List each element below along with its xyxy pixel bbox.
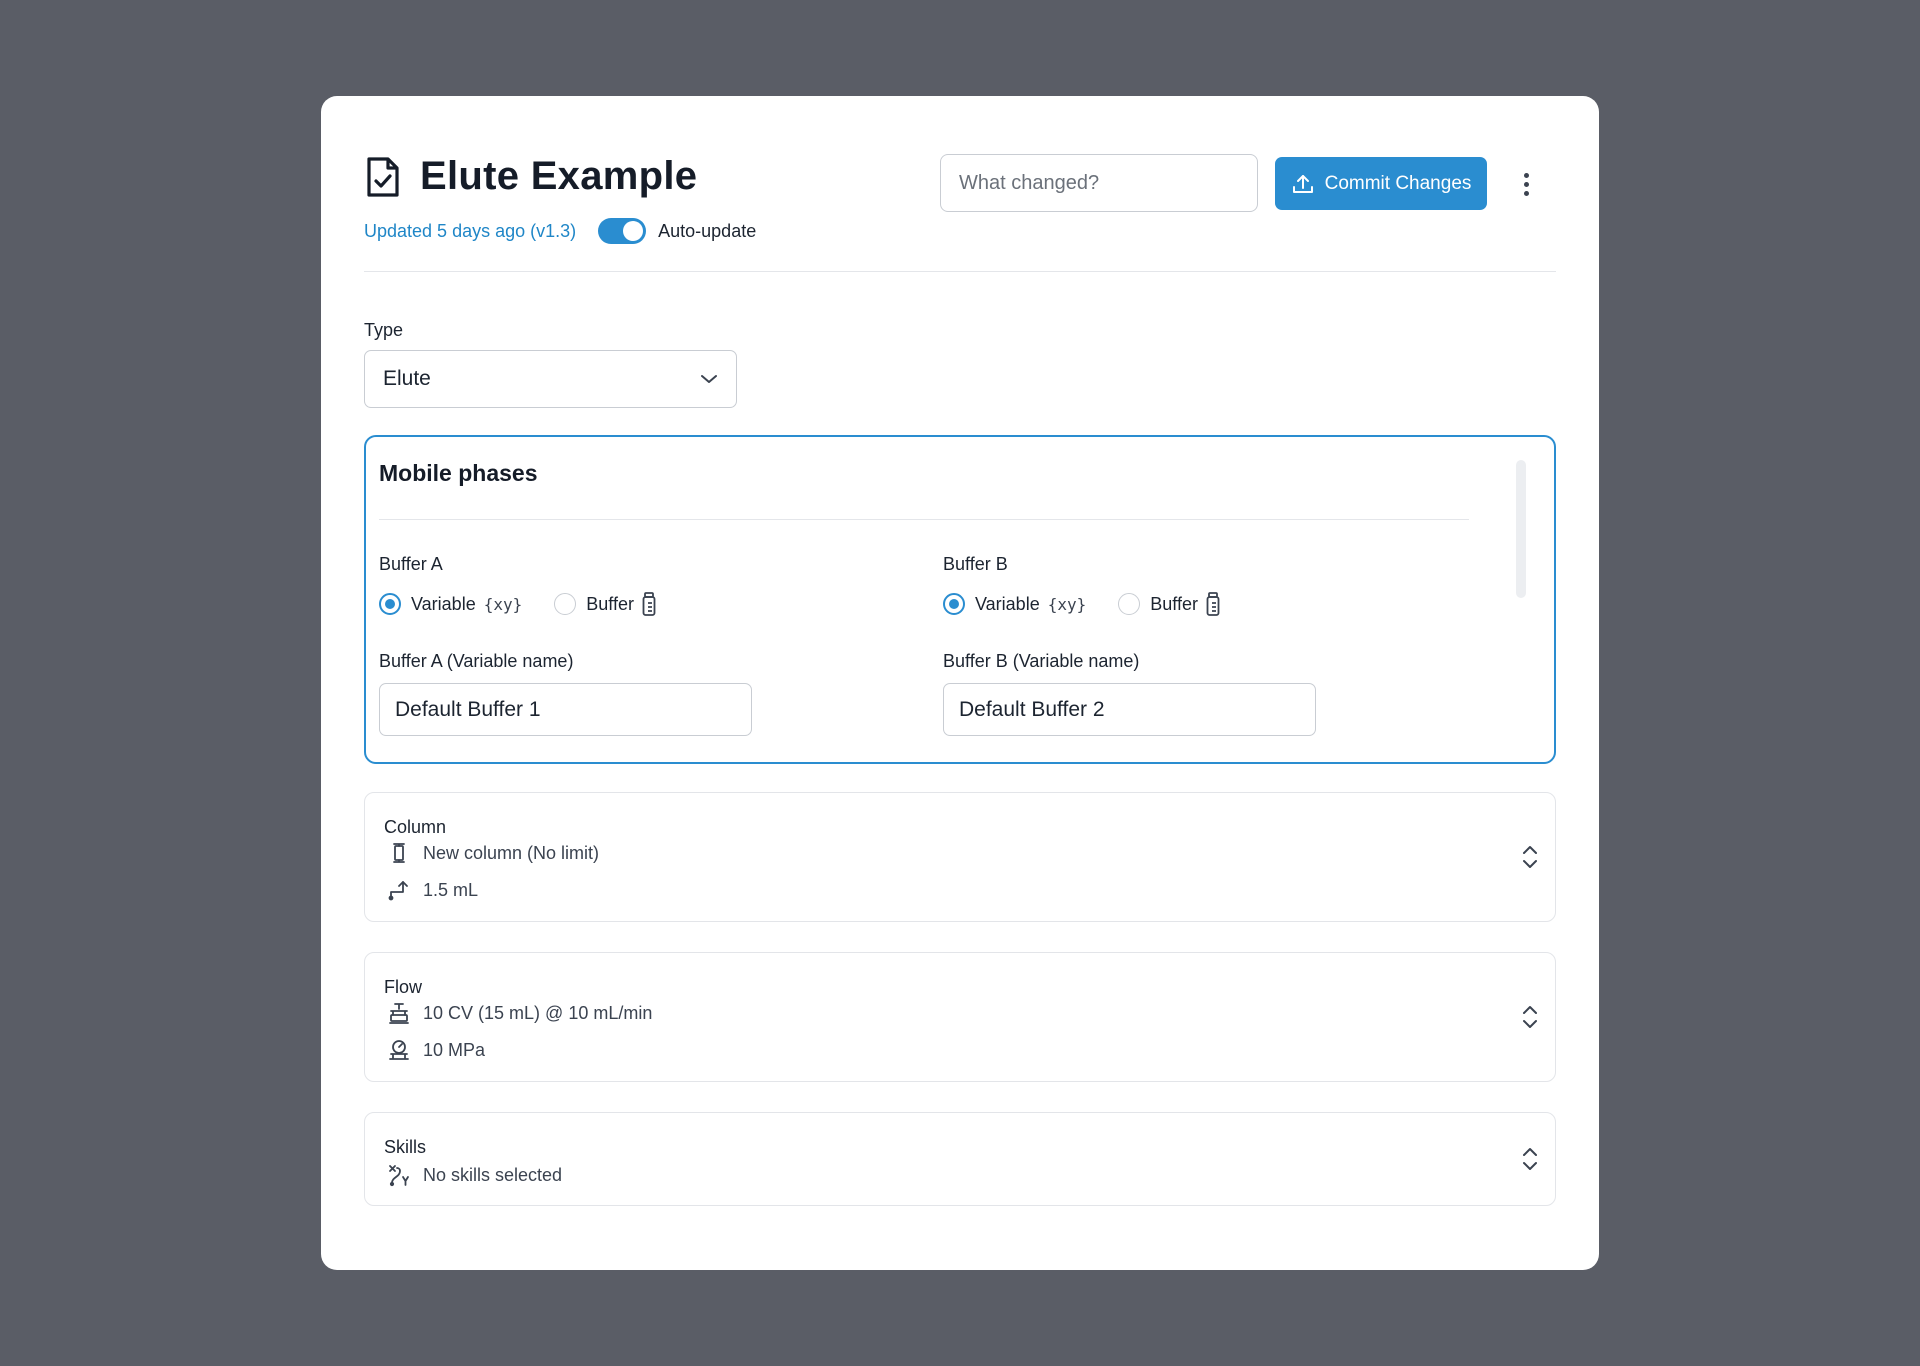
document-check-icon (367, 156, 399, 197)
column-section-title: Column (384, 817, 447, 837)
skills-section[interactable]: Skills No skills selected (364, 1112, 1556, 1206)
column-name: New column (No limit) (423, 842, 600, 863)
radio-selected[interactable] (943, 593, 965, 615)
buffer-b-variable-input[interactable] (943, 683, 1316, 736)
variable-xy-icon: {xy} (483, 594, 523, 614)
volume-arrow-icon (388, 881, 408, 901)
meta-row: Updated 5 days ago (v1.3) Auto-update (364, 218, 756, 244)
upload-icon (1292, 174, 1313, 193)
mobile-phases-divider (379, 519, 1469, 520)
radio-unselected[interactable] (554, 593, 577, 615)
radio-label: Buffer (1150, 593, 1198, 614)
column-section[interactable]: Column New column (No limit) 1.5 mL (364, 792, 1556, 922)
skills-summary: No skills selected (423, 1164, 563, 1185)
mobile-phases-panel: Mobile phases Buffer A Variable {xy} Buf… (364, 435, 1556, 764)
radio-selected[interactable] (379, 593, 401, 615)
more-options-icon[interactable] (1514, 166, 1538, 202)
skills-section-title: Skills (384, 1137, 427, 1157)
column-volume-line: 1.5 mL (387, 878, 478, 902)
type-label: Type (364, 320, 404, 340)
buffer-b-buffer-radio[interactable]: Buffer (1118, 592, 1220, 616)
flow-pressure: 10 MPa (423, 1039, 486, 1060)
buffer-a-group: Buffer A Variable {xy} Buffer Buffer A (… (379, 554, 799, 736)
title-row: Elute Example (364, 154, 697, 199)
variable-xy-icon: {xy} (1047, 594, 1087, 614)
column-volume: 1.5 mL (423, 879, 479, 900)
pressure-gauge-icon (389, 1040, 409, 1060)
flow-section-title: Flow (384, 977, 423, 997)
elute-editor-card: Elute Example Updated 5 days ago (v1.3) … (321, 96, 1599, 1270)
expand-collapse-icon[interactable] (1521, 843, 1539, 871)
buffer-b-label: Buffer B (943, 554, 1008, 574)
buffer-b-source-options: Variable {xy} Buffer (943, 591, 1363, 617)
mobile-phases-scrollbar[interactable] (1516, 460, 1526, 598)
column-name-line: New column (No limit) (387, 841, 599, 865)
bottle-icon (642, 592, 656, 616)
flow-rate-icon (389, 1003, 409, 1024)
buffer-a-variable-input[interactable] (379, 683, 752, 736)
change-description-input[interactable] (940, 154, 1258, 212)
radio-label: Variable (411, 593, 476, 614)
buffer-b-variable-label: Buffer B (Variable name) (943, 651, 1140, 671)
flow-rate-line: 10 CV (15 mL) @ 10 mL/min (387, 1001, 652, 1025)
radio-unselected[interactable] (1118, 593, 1141, 615)
type-select-value: Elute (383, 367, 431, 390)
header-divider (364, 271, 1556, 272)
auto-update-toggle[interactable] (598, 218, 647, 244)
flow-rate: 10 CV (15 mL) @ 10 mL/min (423, 1002, 653, 1023)
bottle-icon (1206, 592, 1220, 616)
buffer-a-label: Buffer A (379, 554, 443, 574)
mobile-phases-title: Mobile phases (379, 460, 538, 486)
chevron-down-icon (701, 375, 717, 383)
page-title: Elute Example (420, 154, 698, 198)
skills-summary-line: No skills selected (387, 1163, 562, 1187)
radio-label: Variable (975, 593, 1040, 614)
column-icon (393, 843, 405, 863)
buffer-a-buffer-radio[interactable]: Buffer (554, 592, 656, 616)
buffer-a-source-options: Variable {xy} Buffer (379, 591, 799, 617)
version-history-link[interactable]: Updated 5 days ago (v1.3) (364, 221, 576, 242)
commit-changes-button[interactable]: Commit Changes (1275, 157, 1487, 210)
flow-pressure-line: 10 MPa (387, 1038, 485, 1062)
buffer-b-group: Buffer B Variable {xy} Buffer Buffer B (… (943, 554, 1363, 736)
auto-update-label: Auto-update (658, 220, 757, 241)
radio-label: Buffer (586, 593, 634, 614)
expand-collapse-icon[interactable] (1521, 1003, 1539, 1031)
buffer-b-variable-radio[interactable]: Variable {xy} (943, 593, 1086, 615)
buffer-a-variable-radio[interactable]: Variable {xy} (379, 593, 522, 615)
commit-changes-label: Commit Changes (1324, 172, 1472, 194)
flow-section[interactable]: Flow 10 CV (15 mL) @ 10 mL/min 10 MPa (364, 952, 1556, 1082)
toggle-knob (623, 221, 644, 241)
expand-collapse-icon[interactable] (1521, 1145, 1539, 1173)
buffer-a-variable-label: Buffer A (Variable name) (379, 651, 574, 671)
type-select[interactable]: Elute (364, 350, 737, 408)
skills-icon (389, 1165, 409, 1187)
